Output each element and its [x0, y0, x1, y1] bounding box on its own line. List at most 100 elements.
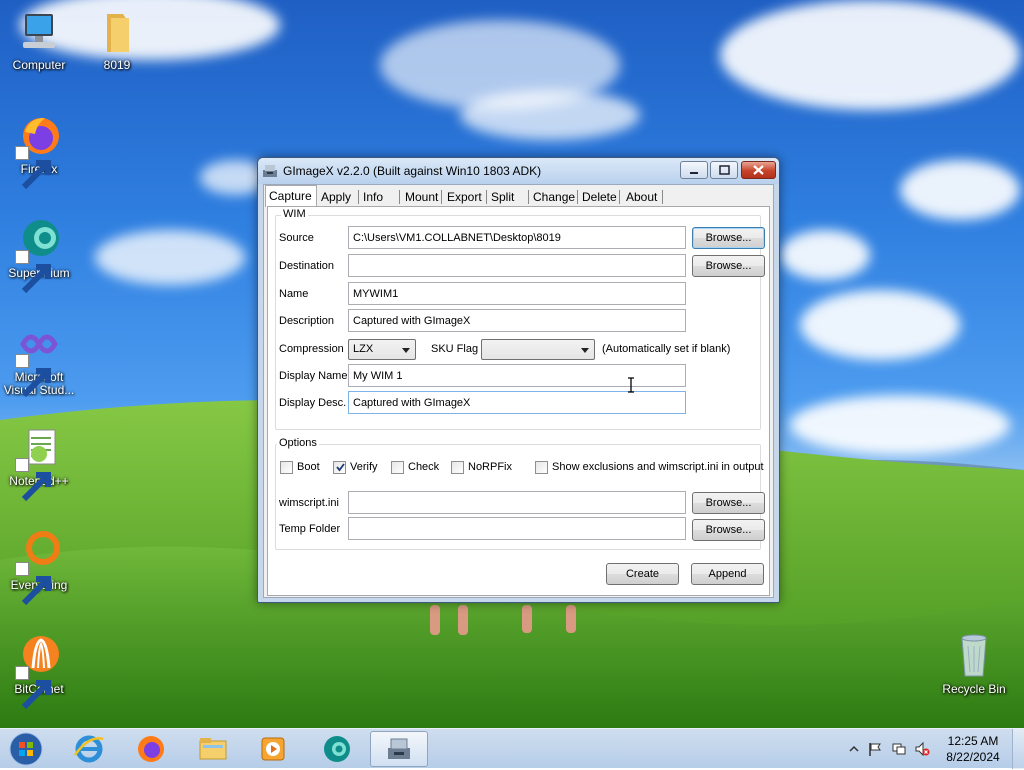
notepadpp-icon: [15, 424, 63, 502]
compression-value: LZX: [353, 343, 374, 355]
desktop-icon-notepadpp[interactable]: Notepad++: [0, 424, 78, 502]
title-bar[interactable]: GImageX v2.2.0 (Built against Win10 1803…: [258, 158, 779, 184]
clock-time: 12:25 AM: [947, 734, 999, 748]
maximize-icon: [719, 165, 730, 175]
boot-checkbox-label: Boot: [297, 461, 320, 473]
description-input[interactable]: [348, 309, 686, 332]
show-desktop-button[interactable]: [1012, 729, 1024, 769]
description-label: Description: [279, 315, 335, 327]
desktop-icon-bitcomet[interactable]: BitComet: [0, 632, 78, 710]
destination-input[interactable]: [348, 254, 686, 277]
minimize-icon: [690, 172, 698, 174]
taskbar-supermium[interactable]: [310, 731, 364, 767]
sku-flag-hint: (Automatically set if blank): [602, 343, 731, 355]
taskbar-internet-explorer[interactable]: [62, 731, 116, 767]
tab-separator: [662, 190, 663, 204]
start-button[interactable]: [6, 731, 46, 767]
internet-explorer-icon: [73, 735, 104, 763]
tab-separator: [619, 190, 620, 204]
boot-checkbox[interactable]: Boot: [280, 460, 320, 474]
chevron-down-icon: [402, 348, 410, 353]
capture-tab-page: WIM Source Browse... Destination Browse.…: [267, 206, 770, 596]
name-label: Name: [279, 288, 309, 300]
temp-folder-label: Temp Folder: [279, 523, 341, 535]
supermium-icon: [324, 736, 350, 762]
checkbox-box: [391, 460, 404, 474]
system-tray: 12:25 AM 8/22/2024: [842, 729, 1024, 769]
destination-browse-button[interactable]: Browse...: [692, 255, 765, 277]
options-group-title: Options: [277, 437, 319, 449]
shortcut-arrow-icon: [15, 146, 51, 190]
check-checkbox[interactable]: Check: [391, 460, 439, 474]
desktop-icon-supermium[interactable]: Supermium: [0, 216, 78, 294]
desktop-icon-recycle-bin[interactable]: Recycle Bin: [935, 632, 1013, 696]
wim-group-title: WIM: [281, 208, 308, 220]
destination-label: Destination: [279, 260, 335, 272]
source-input[interactable]: [348, 226, 686, 249]
wimscript-input[interactable]: [348, 491, 686, 514]
norpfix-checkbox[interactable]: NoRPFix: [451, 460, 512, 474]
source-browse-button[interactable]: Browse...: [692, 227, 765, 249]
bitcomet-icon: [15, 632, 63, 710]
action-center-flag-icon[interactable]: [867, 741, 883, 757]
verify-checkbox-label: Verify: [350, 461, 378, 473]
append-button[interactable]: Append: [691, 563, 764, 585]
taskbar-file-explorer[interactable]: [186, 731, 240, 767]
desktop-icon-firefox[interactable]: Firefox: [0, 112, 78, 190]
close-button[interactable]: [741, 161, 776, 179]
desktop-icon-8019[interactable]: 8019: [78, 8, 156, 72]
display-name-input[interactable]: [348, 364, 686, 387]
create-button[interactable]: Create: [606, 563, 679, 585]
desktop-icon-label: Computer: [12, 58, 66, 72]
wimscript-browse-button[interactable]: Browse...: [692, 492, 765, 514]
network-icon[interactable]: [891, 741, 907, 757]
tab-apply[interactable]: Apply: [321, 188, 359, 206]
maximize-button[interactable]: [710, 161, 738, 179]
tab-export[interactable]: Export: [447, 188, 487, 206]
source-label: Source: [279, 232, 314, 244]
desktop-icon-computer[interactable]: Computer: [0, 8, 78, 72]
computer-icon: [15, 8, 63, 56]
shortcut-arrow-icon: [15, 666, 51, 710]
show-exclusions-checkbox-label: Show exclusions and wimscript.ini in out…: [552, 461, 764, 473]
verify-checkbox[interactable]: Verify: [333, 460, 378, 474]
checkbox-box: [451, 460, 464, 474]
sku-flag-select[interactable]: [481, 339, 595, 360]
windows-start-icon: [9, 732, 43, 766]
taskbar-gimagex[interactable]: [370, 731, 428, 767]
taskbar: 12:25 AM 8/22/2024: [0, 728, 1024, 769]
tab-mount[interactable]: Mount: [405, 188, 445, 206]
tab-delete[interactable]: Delete: [582, 188, 624, 206]
show-exclusions-checkbox[interactable]: Show exclusions and wimscript.ini in out…: [535, 460, 764, 474]
minimize-button[interactable]: [680, 161, 708, 179]
volume-muted-icon[interactable]: [914, 741, 930, 757]
tab-change[interactable]: Change: [533, 188, 579, 206]
tab-split[interactable]: Split: [491, 188, 531, 206]
tab-separator: [577, 190, 578, 204]
name-input[interactable]: [348, 282, 686, 305]
show-hidden-icons-chevron-up-icon[interactable]: [846, 741, 862, 757]
checkbox-box: [535, 460, 548, 474]
shortcut-arrow-icon: [15, 562, 51, 606]
taskbar-media-player[interactable]: [246, 731, 300, 767]
gimagex-app-icon[interactable]: [262, 163, 278, 179]
display-desc-input[interactable]: [348, 391, 686, 414]
tab-info[interactable]: Info: [363, 188, 397, 206]
temp-folder-input[interactable]: [348, 517, 686, 540]
supermium-icon: [15, 216, 63, 294]
compression-label: Compression: [279, 343, 344, 355]
taskbar-firefox[interactable]: [124, 731, 178, 767]
desktop-icon-everything[interactable]: Everything: [0, 528, 78, 606]
compression-select[interactable]: LZX: [348, 339, 416, 360]
temp-folder-browse-button[interactable]: Browse...: [692, 519, 765, 541]
tab-separator: [486, 190, 487, 204]
desktop-icon-visual-studio[interactable]: Microsoft Visual Stud...: [0, 320, 78, 398]
check-checkbox-label: Check: [408, 461, 440, 473]
window-client-area: Capture Apply Info Mount Export Split Ch…: [263, 184, 774, 598]
gimagex-icon: [388, 738, 410, 759]
clock-date: 8/22/2024: [946, 750, 1000, 764]
clock[interactable]: 12:25 AM 8/22/2024: [938, 733, 1008, 765]
tab-capture[interactable]: Capture: [265, 185, 317, 207]
text-cursor-icon: [628, 377, 634, 393]
firefox-icon: [138, 736, 164, 762]
